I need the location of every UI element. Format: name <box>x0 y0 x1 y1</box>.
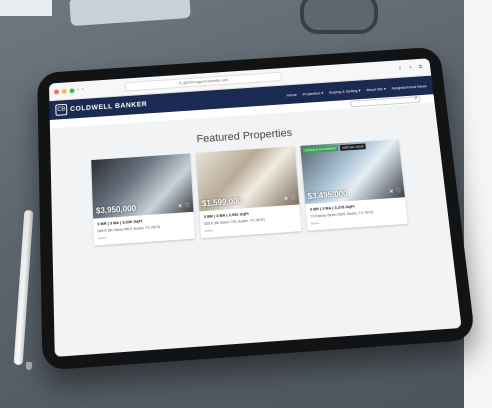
property-card[interactable]: LISTED & ON MARKET VIRTUAL TOUR $3,495,0… <box>300 139 408 231</box>
property-price: $3,950,000 <box>95 203 137 216</box>
heart-icon[interactable]: ♡ <box>290 195 296 202</box>
heart-icon[interactable]: ♡ <box>395 188 402 195</box>
property-card[interactable]: $1,599,000 ✕ ♡ 3 BR | 3 BA | 2,952 SqFt … <box>196 146 302 239</box>
nav-properties[interactable]: Properties ▾ <box>302 90 323 96</box>
close-window-icon[interactable] <box>53 88 59 94</box>
property-badges: LISTED & ON MARKET VIRTUAL TOUR <box>302 143 366 154</box>
brand-logo-icon[interactable]: CB <box>55 103 68 116</box>
search-icon[interactable]: ⌕ <box>414 95 417 101</box>
card-actions: ✕ ♡ <box>177 202 191 210</box>
background-edge <box>464 0 492 408</box>
property-photo[interactable]: $3,950,000 ✕ ♡ <box>91 153 194 219</box>
close-icon[interactable]: ✕ <box>283 195 288 202</box>
browser-actions-icon[interactable]: ⇪ + ⧉ <box>398 64 426 71</box>
property-photo[interactable]: $1,599,000 ✕ ♡ <box>196 146 300 212</box>
nav-about-me[interactable]: About Me ▾ <box>366 86 386 92</box>
card-actions: ✕ ♡ <box>388 188 402 196</box>
minimize-window-icon[interactable] <box>61 88 67 94</box>
close-icon[interactable]: ✕ <box>177 203 183 210</box>
desk-object <box>69 0 191 27</box>
property-price: $1,599,000 <box>201 196 243 209</box>
nav-neighborhood-news[interactable]: Neighborhood News <box>391 83 427 90</box>
nav-home[interactable]: Home <box>286 92 297 97</box>
property-cards: $3,950,000 ✕ ♡ 3 BR | 3 BA | 3,630 SqFt … <box>51 137 449 249</box>
stylus-pencil <box>13 209 34 366</box>
virtual-tour-badge[interactable]: VIRTUAL TOUR <box>339 143 366 151</box>
back-icon[interactable]: ‹ <box>77 87 79 93</box>
brand-name[interactable]: COLDWELL BANKER <box>70 101 147 113</box>
property-price: $3,495,000 <box>307 189 348 201</box>
maximize-window-icon[interactable] <box>69 87 75 93</box>
nav-buying-selling[interactable]: Buying & Selling ▾ <box>329 87 361 94</box>
close-icon[interactable]: ✕ <box>388 188 395 195</box>
background-corner <box>0 0 52 16</box>
listing-badge: LISTED & ON MARKET <box>302 145 339 154</box>
property-photo[interactable]: LISTED & ON MARKET VIRTUAL TOUR $3,495,0… <box>300 139 405 205</box>
heart-icon[interactable]: ♡ <box>184 202 191 209</box>
desk-object-handle <box>300 0 378 34</box>
tablet-device: ‹ › ff_gl2024.agent.website.com ⇪ + ⧉ CB… <box>37 46 476 371</box>
property-card[interactable]: $3,950,000 ✕ ♡ 3 BR | 3 BA | 3,630 SqFt … <box>91 153 195 246</box>
tablet-screen: ‹ › ff_gl2024.agent.website.com ⇪ + ⧉ CB… <box>49 58 462 357</box>
card-actions: ✕ ♡ <box>283 195 296 203</box>
forward-icon[interactable]: › <box>82 87 84 93</box>
main-nav: Home Properties ▾ Buying & Selling ▾ Abo… <box>286 83 427 97</box>
stylus-tip <box>25 361 33 371</box>
